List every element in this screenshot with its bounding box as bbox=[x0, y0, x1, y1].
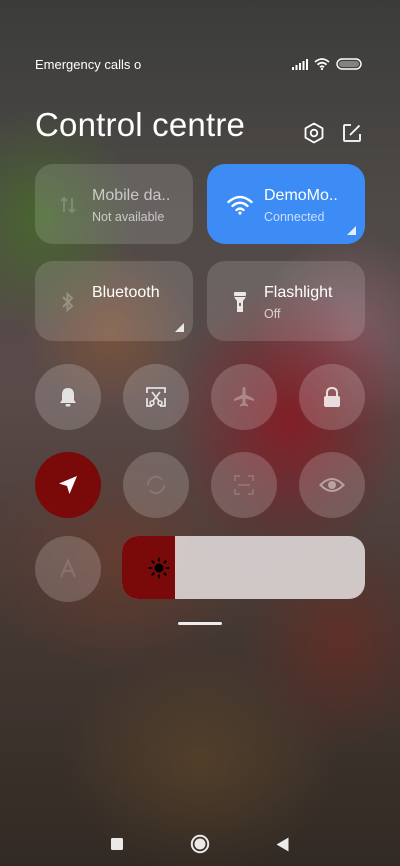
airplane-toggle[interactable] bbox=[211, 364, 277, 430]
wifi-icon bbox=[227, 192, 253, 218]
edit-icon bbox=[343, 124, 361, 142]
auto-brightness-toggle[interactable] bbox=[35, 536, 101, 602]
wifi-tile[interactable]: DemoMo.. Connected bbox=[207, 164, 365, 244]
tile-title: Mobile da.. bbox=[92, 187, 171, 204]
lock-screen-toggle[interactable] bbox=[299, 364, 365, 430]
location-arrow-icon bbox=[59, 476, 77, 494]
brightness-slider[interactable] bbox=[122, 536, 365, 599]
expand-corner-icon[interactable] bbox=[347, 226, 356, 235]
tile-subtitle: Not available bbox=[92, 210, 165, 224]
page-title: Control centre bbox=[35, 106, 246, 143]
back-triangle-icon bbox=[276, 837, 288, 851]
tile-title: Flashlight bbox=[264, 284, 333, 301]
flashlight-icon bbox=[227, 289, 253, 315]
home-button[interactable] bbox=[190, 834, 210, 854]
status-bar: Emergency calls o bbox=[35, 54, 362, 74]
location-toggle[interactable] bbox=[35, 452, 101, 518]
bell-icon bbox=[60, 388, 76, 407]
status-icons bbox=[292, 58, 362, 70]
flashlight-tile[interactable]: Flashlight Off bbox=[207, 261, 365, 341]
mobile-data-icon bbox=[55, 192, 81, 218]
status-text: Emergency calls o bbox=[35, 56, 142, 72]
settings-button[interactable] bbox=[302, 121, 326, 145]
reading-mode-toggle[interactable] bbox=[299, 452, 365, 518]
bluetooth-icon bbox=[55, 289, 81, 315]
signal-icon bbox=[292, 58, 308, 70]
settings-hexagon-icon bbox=[304, 122, 324, 144]
bluetooth-tile[interactable]: Bluetooth bbox=[35, 261, 193, 341]
back-button[interactable] bbox=[272, 834, 292, 854]
lock-icon bbox=[324, 386, 340, 407]
expand-corner-icon[interactable] bbox=[175, 323, 184, 332]
scanner-icon bbox=[234, 475, 254, 495]
tile-subtitle: Off bbox=[264, 307, 281, 321]
wifi-icon bbox=[314, 58, 330, 70]
sun-icon bbox=[148, 557, 170, 579]
scanner-toggle[interactable] bbox=[211, 452, 277, 518]
tile-subtitle: Connected bbox=[264, 210, 325, 224]
eye-icon bbox=[319, 478, 345, 492]
home-circle-icon bbox=[190, 834, 210, 854]
nav-bar bbox=[0, 826, 400, 856]
auto-brightness-icon bbox=[59, 558, 77, 578]
recents-square-icon bbox=[111, 838, 123, 850]
battery-icon bbox=[336, 58, 362, 70]
recents-button[interactable] bbox=[107, 834, 127, 854]
rotation-lock-toggle[interactable] bbox=[123, 452, 189, 518]
airplane-icon bbox=[234, 387, 254, 407]
mobile-data-tile[interactable]: Mobile da.. Not available bbox=[35, 164, 193, 244]
tile-title: Bluetooth bbox=[92, 284, 160, 301]
panel-handle[interactable] bbox=[178, 622, 222, 625]
rotation-lock-icon bbox=[146, 475, 166, 495]
screenshot-scissors-icon bbox=[146, 387, 166, 407]
edit-button[interactable] bbox=[340, 121, 364, 145]
screenshot-toggle[interactable] bbox=[123, 364, 189, 430]
silent-toggle[interactable] bbox=[35, 364, 101, 430]
tile-title: DemoMo.. bbox=[264, 187, 338, 204]
